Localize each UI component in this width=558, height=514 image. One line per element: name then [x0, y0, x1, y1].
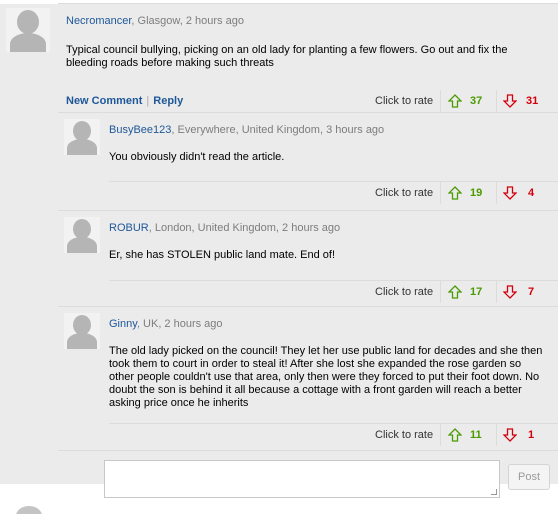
comment-thread: Necromancer, Glasgow, 2 hours ago Typica…	[0, 4, 558, 484]
thumb-down-arrow-icon[interactable]	[503, 94, 517, 108]
comment-location-time: , London, United Kingdom, 2 hours ago	[148, 222, 341, 234]
comment-meta: BusyBee123, Everywhere, United Kingdom, …	[109, 124, 384, 136]
rating-bar: Click to rate 37 31	[66, 90, 558, 112]
comment-text: Typical council bullying, picking on an …	[66, 44, 508, 69]
next-comment-avatar	[16, 506, 42, 514]
comment-location-time: , UK, 2 hours ago	[136, 318, 223, 330]
post-button[interactable]: Post	[508, 464, 550, 490]
thumb-up-arrow-icon[interactable]	[448, 285, 462, 299]
click-to-rate-label: Click to rate	[375, 286, 434, 298]
thumb-up-arrow-icon[interactable]	[448, 94, 462, 108]
avatar	[64, 313, 100, 349]
down-vote-count: 31	[526, 95, 539, 107]
up-vote-count: 17	[470, 286, 483, 298]
up-vote-count: 37	[470, 95, 483, 107]
comment-text: The old lady picked on the council! They…	[109, 345, 543, 409]
rating-bar: Click to rate 19 4	[109, 181, 558, 204]
username-link[interactable]: Ginny	[109, 318, 137, 330]
down-vote-count: 7	[528, 286, 535, 298]
up-vote-count: 19	[470, 187, 483, 199]
thumb-down-arrow-icon[interactable]	[503, 428, 517, 442]
down-vote-count: 4	[528, 187, 535, 199]
comment-meta: Necromancer, Glasgow, 2 hours ago	[66, 15, 244, 27]
avatar	[64, 217, 100, 253]
reply-textarea[interactable]	[104, 460, 500, 498]
comment-meta: Ginny, UK, 2 hours ago	[109, 318, 223, 330]
comment-text: Er, she has STOLEN public land mate. End…	[109, 249, 336, 261]
username-link[interactable]: ROBUR	[109, 222, 149, 234]
resize-grip-icon[interactable]	[491, 489, 497, 495]
comment-location-time: , Glasgow, 2 hours ago	[131, 15, 244, 27]
avatar	[6, 8, 50, 52]
rating-bar: Click to rate 17 7	[109, 280, 558, 303]
rating-bar: Click to rate 11 1	[109, 423, 558, 446]
up-vote-count: 11	[470, 429, 482, 441]
thumb-down-arrow-icon[interactable]	[503, 186, 517, 200]
click-to-rate-label: Click to rate	[375, 429, 434, 441]
reply-comment: ROBUR, London, United Kingdom, 2 hours a…	[58, 210, 558, 306]
click-to-rate-label: Click to rate	[375, 95, 434, 107]
click-to-rate-label: Click to rate	[375, 187, 434, 199]
username-link[interactable]: BusyBee123	[109, 124, 171, 136]
comment-meta: ROBUR, London, United Kingdom, 2 hours a…	[109, 222, 340, 234]
comment-location-time: , Everywhere, United Kingdom, 3 hours ag…	[171, 124, 385, 136]
thumb-up-arrow-icon[interactable]	[448, 428, 462, 442]
thumb-down-arrow-icon[interactable]	[503, 285, 517, 299]
comment-text: You obviously didn't read the article.	[109, 151, 285, 163]
reply-comment: BusyBee123, Everywhere, United Kingdom, …	[58, 112, 558, 210]
avatar	[64, 119, 100, 155]
down-vote-count: 1	[528, 429, 535, 441]
username-link[interactable]: Necromancer	[66, 15, 131, 27]
reply-comment: Ginny, UK, 2 hours ago The old lady pick…	[58, 306, 558, 450]
thumb-up-arrow-icon[interactable]	[448, 186, 462, 200]
